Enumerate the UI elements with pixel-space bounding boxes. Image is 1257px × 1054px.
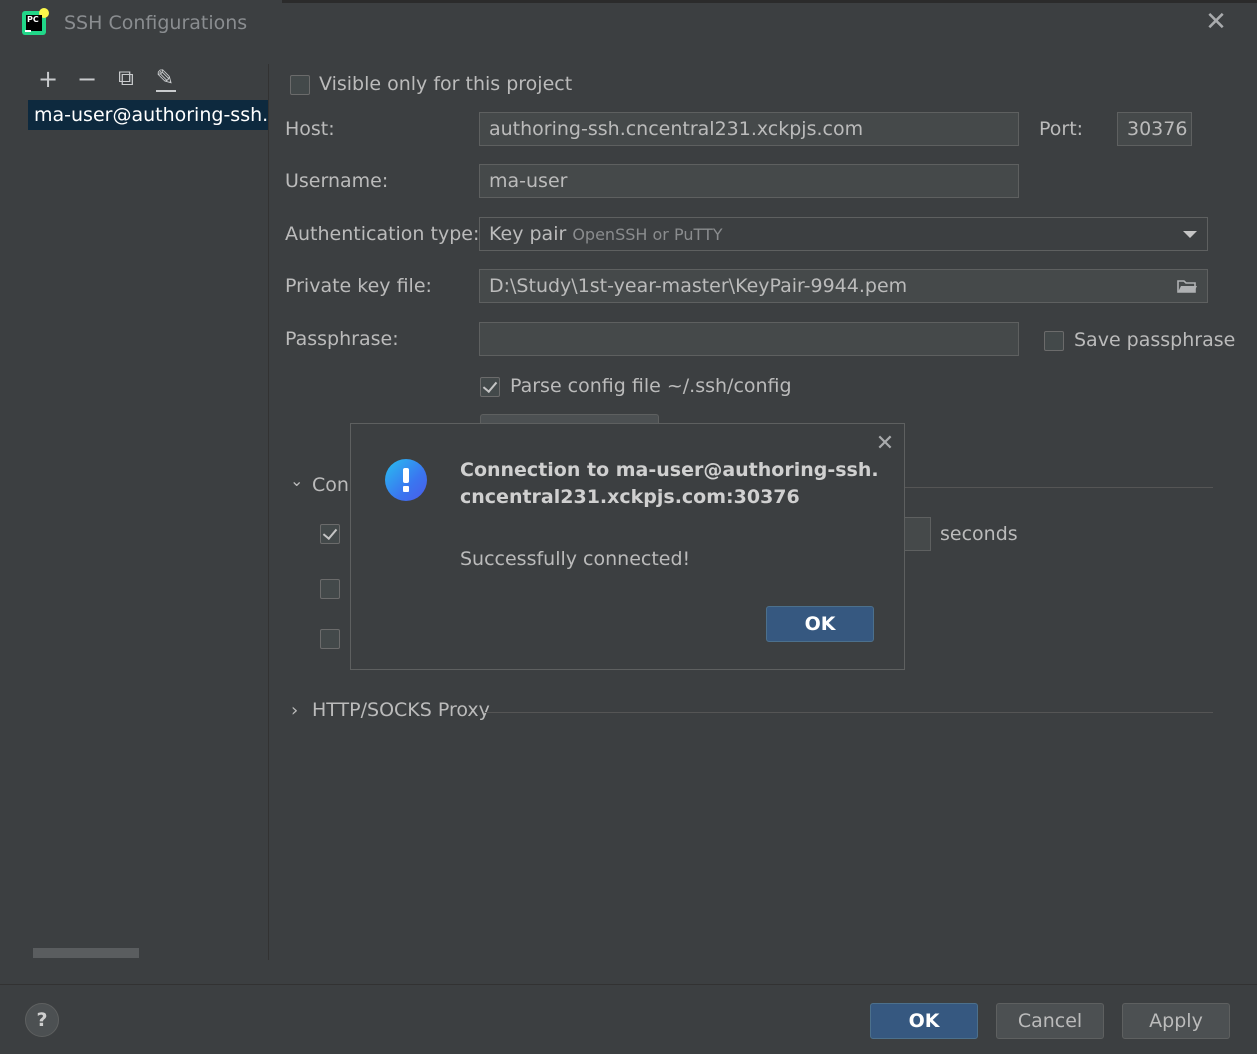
add-config-icon[interactable]: + <box>35 66 61 92</box>
folder-icon[interactable] <box>1177 279 1197 294</box>
config-list-item[interactable]: ma-user@authoring-ssh.cncentral231.xckpj… <box>28 100 268 130</box>
private-key-value: D:\Study\1st-year-master\KeyPair-9944.pe… <box>489 275 908 297</box>
username-label: Username: <box>285 170 389 192</box>
auth-type-dropdown[interactable]: Key pair OpenSSH or PuTTY <box>479 217 1208 251</box>
popup-ok-button[interactable]: OK <box>766 606 874 642</box>
visible-only-label: Visible only for this project <box>319 73 573 95</box>
window-close-icon[interactable]: ✕ <box>1204 9 1228 35</box>
save-passphrase-checkbox[interactable] <box>1044 331 1064 351</box>
edit-underline <box>156 90 176 92</box>
edit-config-icon[interactable]: ✎ <box>152 66 178 92</box>
apply-button[interactable]: Apply <box>1122 1003 1230 1039</box>
chevron-down-icon[interactable]: ⌄ <box>290 473 304 489</box>
auth-type-value: Key pair <box>489 223 567 245</box>
port-input[interactable]: 30376 <box>1117 112 1192 146</box>
auth-type-hint: OpenSSH or PuTTY <box>572 225 723 244</box>
parse-config-checkbox[interactable] <box>480 377 500 397</box>
visible-only-checkbox[interactable] <box>290 75 310 95</box>
port-label: Port: <box>1039 118 1084 140</box>
connection-result-popup: ✕ Connection to ma-user@authoring-ssh.cn… <box>350 423 905 670</box>
popup-title: Connection to ma-user@authoring-ssh.cnce… <box>460 459 879 508</box>
private-key-input[interactable]: D:\Study\1st-year-master\KeyPair-9944.pe… <box>479 269 1208 303</box>
parse-config-label: Parse config file ~/.ssh/config <box>510 375 792 397</box>
test-connection-button[interactable] <box>480 414 659 423</box>
dropdown-arrow-icon <box>1183 231 1197 238</box>
connection-option-checkbox-3[interactable] <box>320 629 340 649</box>
host-input[interactable]: authoring-ssh.cncentral231.xckpjs.com <box>479 112 1019 146</box>
info-icon <box>385 459 427 501</box>
username-input[interactable]: ma-user <box>479 164 1019 198</box>
popup-close-icon[interactable]: ✕ <box>875 433 895 455</box>
auth-type-label: Authentication type: <box>285 223 480 245</box>
passphrase-input[interactable] <box>479 322 1019 356</box>
save-passphrase-label: Save passphrase <box>1074 329 1236 351</box>
cancel-button[interactable]: Cancel <box>996 1003 1104 1039</box>
host-label: Host: <box>285 118 335 140</box>
window-title: SSH Configurations <box>64 12 248 34</box>
proxy-section-label[interactable]: HTTP/SOCKS Proxy <box>312 699 490 721</box>
background-window-strip <box>282 0 1257 3</box>
pane-divider[interactable] <box>268 64 269 960</box>
proxy-section-divider <box>484 712 1213 713</box>
footer-divider <box>0 984 1257 985</box>
popup-message: Successfully connected! <box>460 548 691 570</box>
passphrase-label: Passphrase: <box>285 328 399 350</box>
seconds-label: seconds <box>940 523 1018 545</box>
ok-button[interactable]: OK <box>870 1003 978 1039</box>
copy-config-icon[interactable]: ⧉ <box>113 66 139 92</box>
connection-option-checkbox-1[interactable] <box>320 524 340 544</box>
help-button[interactable]: ? <box>25 1003 59 1037</box>
horizontal-scrollbar[interactable] <box>33 948 139 958</box>
private-key-label: Private key file: <box>285 275 432 297</box>
connection-section-divider <box>904 487 1213 488</box>
pycharm-logo-icon: PC <box>22 8 49 35</box>
remove-config-icon[interactable]: − <box>74 66 100 92</box>
chevron-right-icon[interactable]: › <box>291 701 303 721</box>
connection-option-checkbox-2[interactable] <box>320 579 340 599</box>
